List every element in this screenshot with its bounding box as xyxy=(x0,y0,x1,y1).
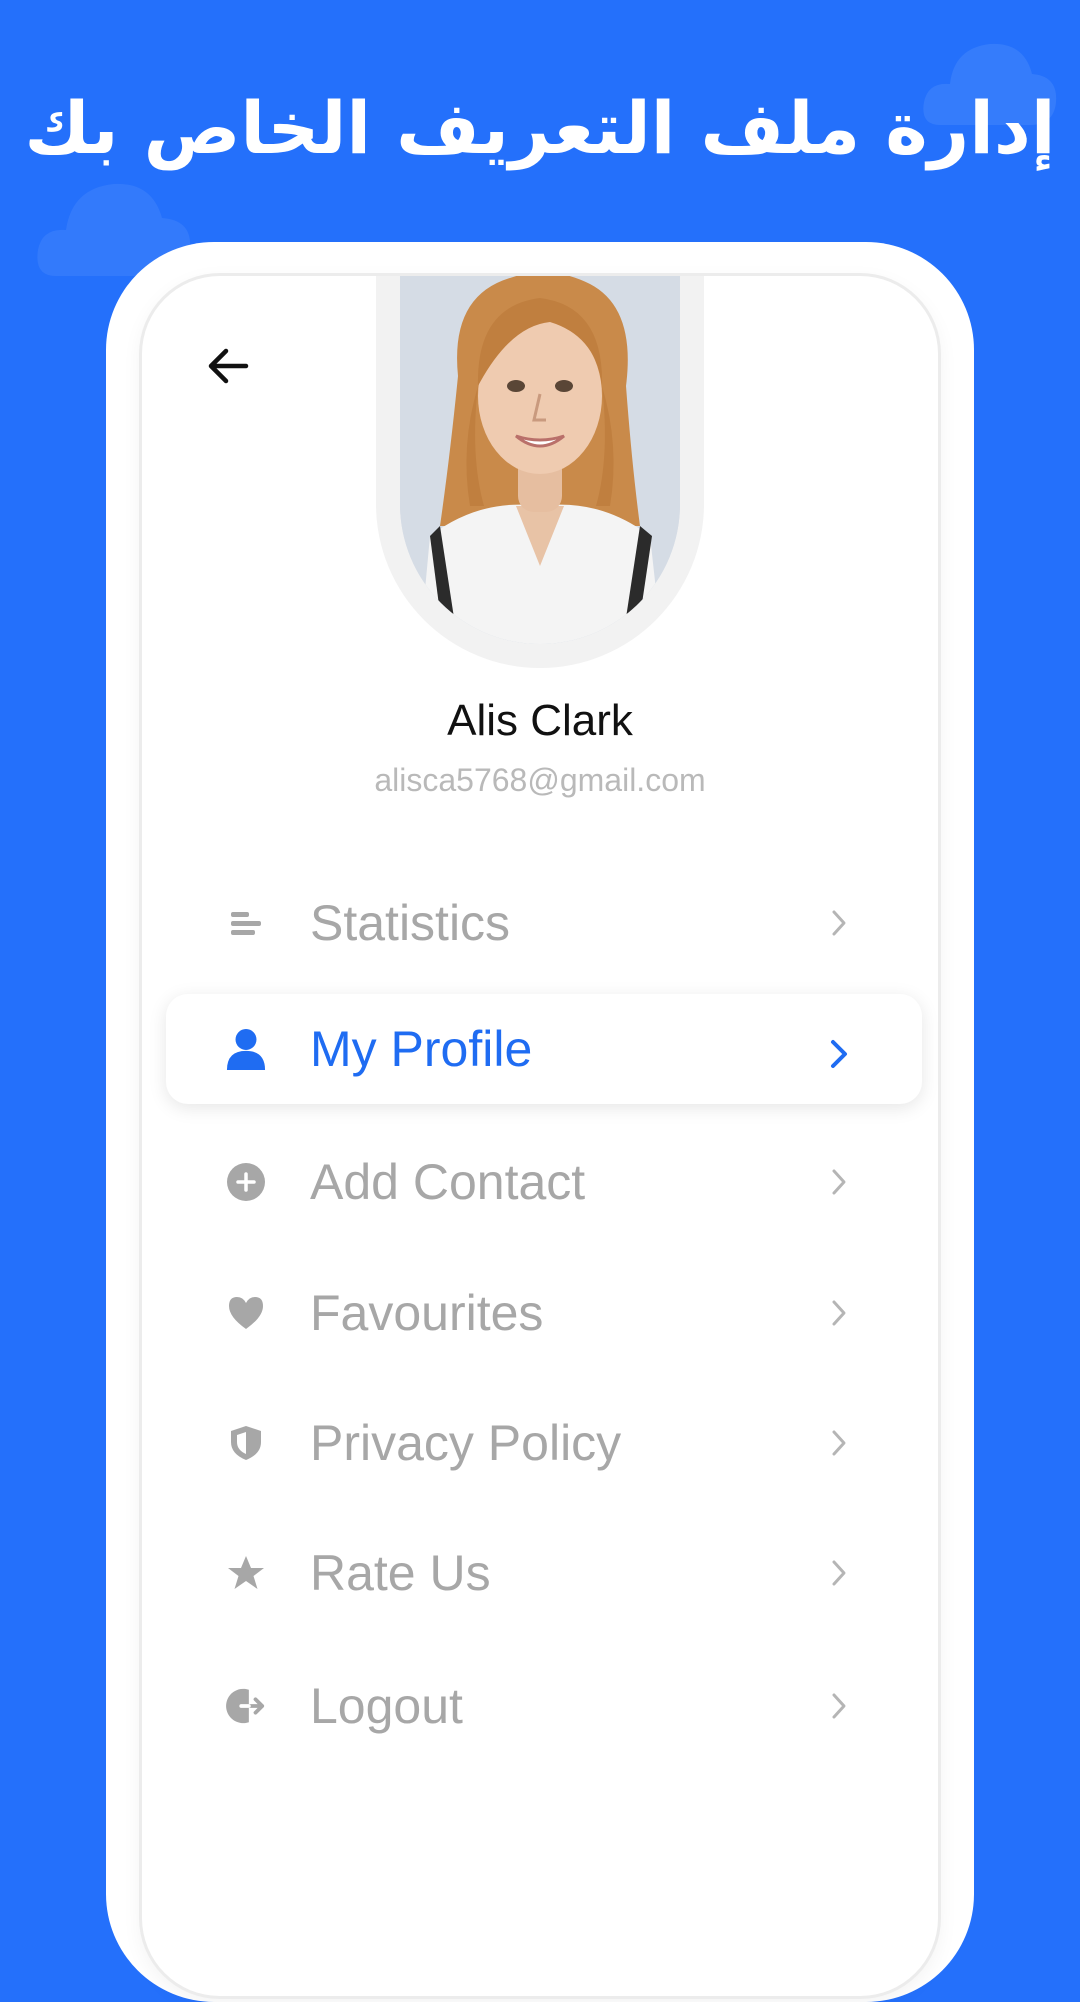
menu-item-logout[interactable]: Logout xyxy=(142,1651,938,1761)
user-email: alisca5768@gmail.com xyxy=(374,762,706,798)
menu-item-add-contact[interactable]: Add Contact xyxy=(142,1127,938,1237)
menu-item-favourites[interactable]: Favourites xyxy=(142,1258,938,1368)
shield-icon xyxy=(226,1423,266,1463)
chevron-right-icon xyxy=(822,1426,856,1460)
statistics-icon xyxy=(226,903,266,943)
chevron-right-icon xyxy=(822,1165,856,1199)
menu-label: Logout xyxy=(310,1678,463,1734)
menu-label: Favourites xyxy=(310,1285,544,1341)
chevron-right-icon xyxy=(822,1296,856,1330)
menu-label: My Profile xyxy=(310,1021,533,1077)
menu-item-my-profile[interactable]: My Profile xyxy=(166,994,922,1104)
chevron-right-icon xyxy=(822,1689,856,1723)
menu-item-rate-us[interactable]: Rate Us xyxy=(142,1518,938,1628)
arrow-left-icon xyxy=(208,348,249,384)
menu-label: Rate Us xyxy=(310,1545,491,1601)
menu-label: Privacy Policy xyxy=(310,1415,622,1471)
chevron-right-icon xyxy=(822,906,856,940)
star-icon xyxy=(226,1553,266,1593)
promo-headline: إدارة ملف التعريف الخاص بك xyxy=(24,86,1056,170)
heart-icon xyxy=(226,1293,266,1333)
profile-photo xyxy=(400,276,680,644)
chevron-right-icon xyxy=(822,1037,856,1071)
add-circle-icon xyxy=(226,1162,266,1202)
menu-item-statistics[interactable]: Statistics xyxy=(142,868,938,978)
back-button[interactable] xyxy=(200,338,256,394)
logout-icon xyxy=(226,1686,266,1726)
user-name: Alis Clark xyxy=(447,696,633,745)
profile-screen: Alis Clark alisca5768@gmail.com Statisti… xyxy=(142,276,938,1996)
chevron-right-icon xyxy=(822,1556,856,1590)
menu-label: Add Contact xyxy=(310,1154,586,1210)
user-icon xyxy=(226,1029,266,1070)
menu-label: Statistics xyxy=(310,895,511,951)
menu-item-privacy-policy[interactable]: Privacy Policy xyxy=(142,1388,938,1498)
avatar xyxy=(400,276,680,644)
avatar-frame xyxy=(376,276,704,668)
